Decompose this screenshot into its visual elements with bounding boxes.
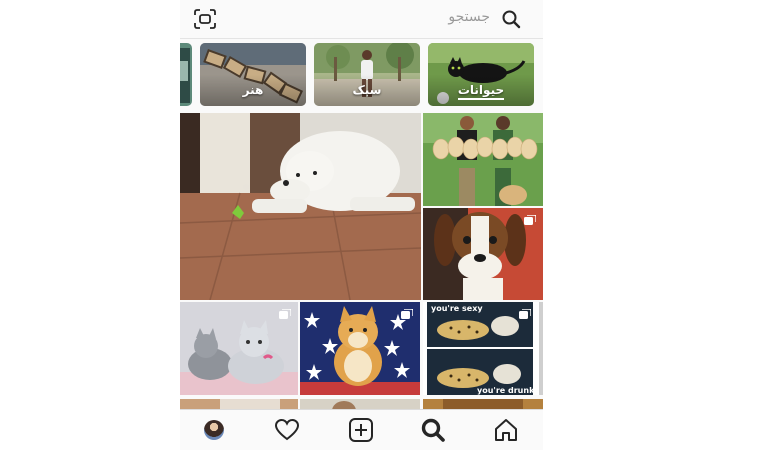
post-thumbnail — [423, 113, 543, 206]
meme-caption-top: you're sexy — [431, 304, 483, 313]
search-input[interactable]: جستجو — [448, 9, 490, 25]
category-chip-style[interactable]: سبک — [314, 43, 420, 106]
category-chip-partial[interactable] — [180, 43, 192, 106]
home-icon[interactable] — [493, 418, 519, 442]
heart-icon[interactable] — [274, 418, 300, 442]
multiple-posts-icon — [279, 309, 291, 319]
add-post-icon[interactable] — [348, 418, 374, 442]
category-carousel[interactable]: هنر سبک حیوانات — [180, 43, 543, 107]
multiple-posts-icon — [401, 309, 413, 319]
bottom-nav — [180, 409, 543, 450]
search-icon[interactable] — [420, 418, 446, 442]
category-label: حیوانات — [457, 83, 505, 97]
search-icon[interactable] — [501, 9, 521, 29]
category-label: هنر — [242, 83, 264, 97]
category-label: سبک — [352, 83, 382, 97]
meme-caption-bottom: you're drunk — [477, 386, 535, 395]
selected-indicator — [458, 98, 504, 100]
grid-tile-white-dog[interactable] — [180, 113, 421, 300]
grid-tile-puppies-family[interactable] — [423, 113, 543, 206]
profile-avatar[interactable] — [204, 420, 224, 440]
multiple-posts-icon — [519, 309, 531, 319]
grid-tile-shiba[interactable] — [300, 302, 420, 395]
category-chip-animals[interactable]: حیوانات — [428, 43, 534, 106]
multiple-posts-icon — [524, 215, 536, 225]
post-thumbnail — [180, 113, 421, 300]
search-bar[interactable]: جستجو — [180, 0, 543, 39]
scan-icon[interactable] — [194, 9, 216, 29]
category-thumbnail — [180, 43, 192, 106]
grid-tile-beagle[interactable] — [423, 208, 543, 300]
category-chip-art[interactable]: هنر — [200, 43, 306, 106]
grid-tile-kittens[interactable] — [180, 302, 298, 395]
explore-screen: جستجو هنر سبک حیوانات you're sexy you're… — [180, 0, 543, 450]
grid-tile-meme[interactable]: you're sexy you're drunk — [423, 302, 543, 395]
